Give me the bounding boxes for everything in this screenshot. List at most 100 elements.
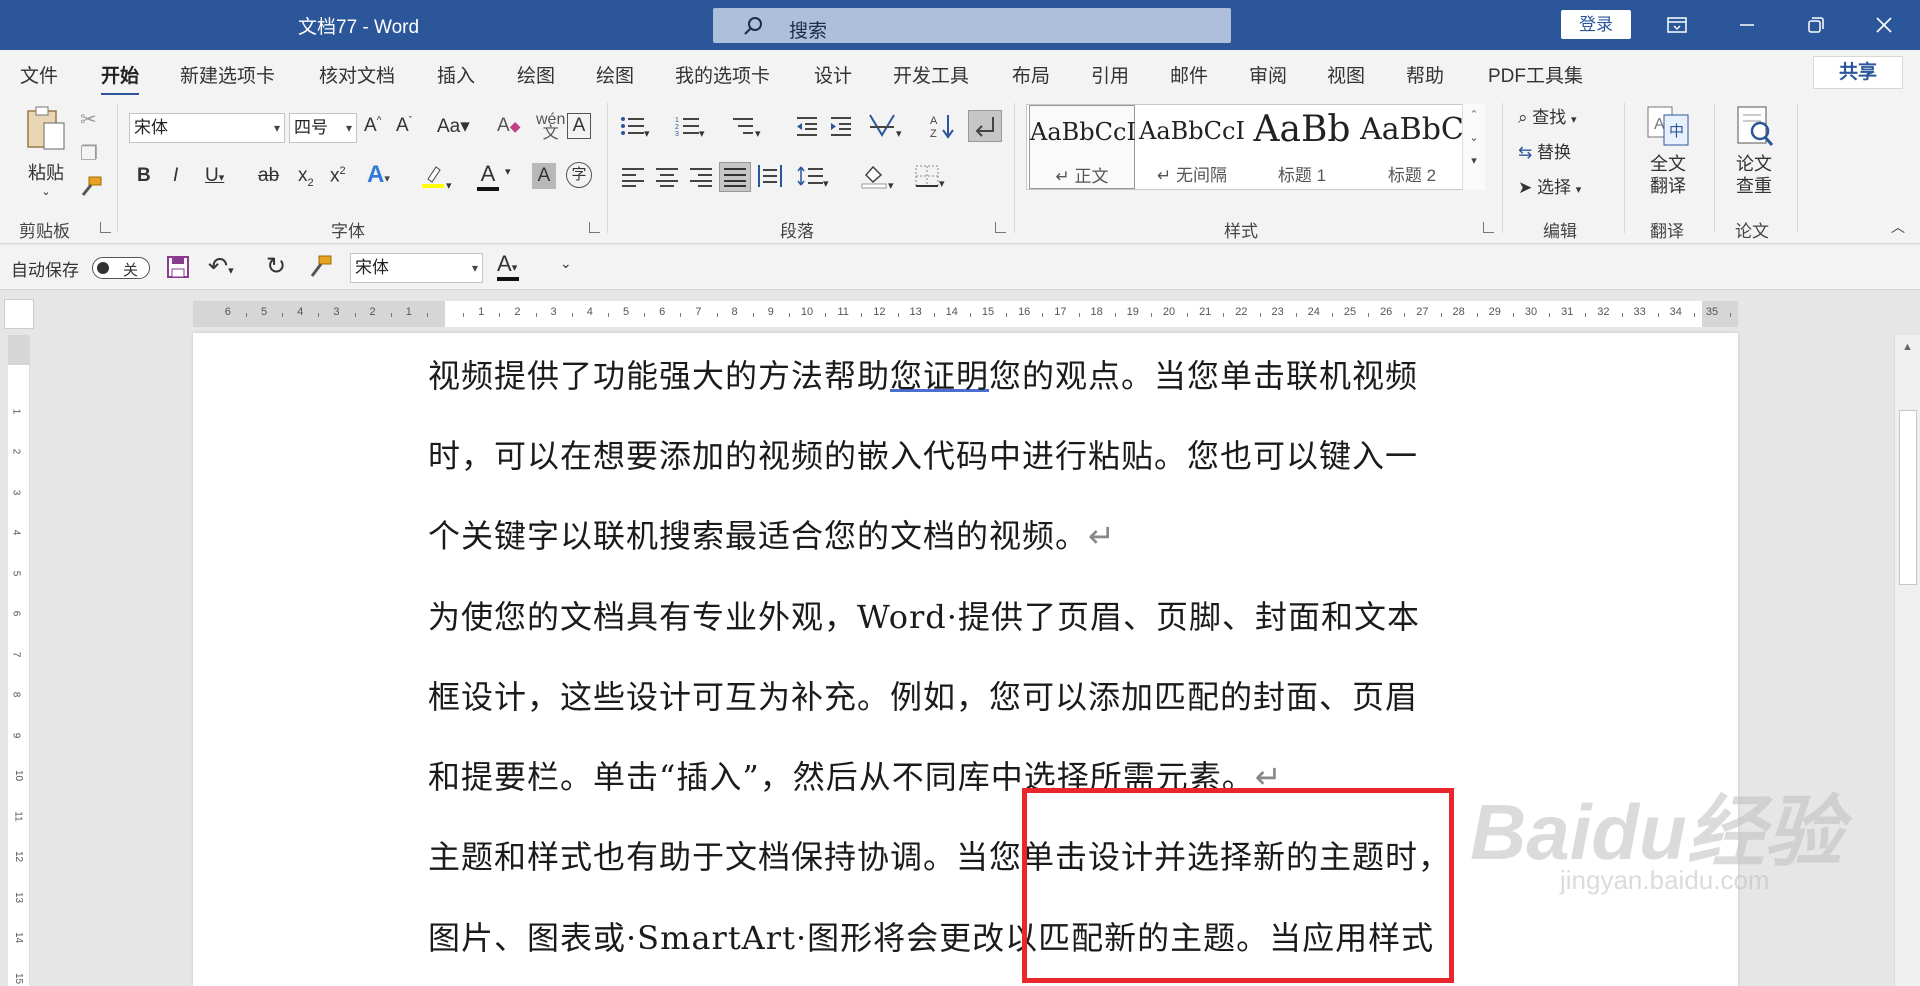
bullets-icon[interactable]: ▾ bbox=[620, 115, 650, 143]
style-normal[interactable]: AaBbCcI ↵ 正文 bbox=[1029, 105, 1136, 189]
shading-icon[interactable]: ▾ bbox=[860, 163, 894, 195]
tab-draw-2[interactable]: 绘图 bbox=[596, 61, 634, 88]
distributed-icon[interactable] bbox=[758, 165, 782, 193]
collapse-ribbon-icon[interactable]: ︿ bbox=[1891, 217, 1905, 237]
ruler-number: 3 bbox=[10, 489, 22, 495]
format-painter-icon[interactable] bbox=[79, 175, 103, 205]
ribbon-display-options-icon[interactable] bbox=[1661, 9, 1693, 41]
styles-launcher-icon[interactable] bbox=[1483, 222, 1494, 233]
text-effects-icon[interactable]: A▾ bbox=[367, 161, 390, 189]
subscript-icon[interactable]: x2 bbox=[298, 165, 314, 189]
style-heading-1[interactable]: AaBb 标题 1 bbox=[1249, 105, 1355, 189]
tab-proof[interactable]: 核对文档 bbox=[319, 61, 395, 88]
scroll-thumb[interactable] bbox=[1899, 410, 1917, 585]
increase-indent-icon[interactable] bbox=[829, 115, 853, 143]
format-painter-icon[interactable] bbox=[308, 254, 334, 285]
font-launcher-icon[interactable] bbox=[589, 222, 600, 233]
tab-file[interactable]: 文件 bbox=[20, 61, 58, 88]
minimize-icon[interactable] bbox=[1731, 9, 1763, 41]
close-icon[interactable] bbox=[1868, 9, 1900, 41]
ruler-number: 27 bbox=[1416, 306, 1429, 318]
more-styles-icon[interactable]: ▾ bbox=[1463, 154, 1485, 167]
scroll-down-icon[interactable]: ⌄ bbox=[1463, 131, 1485, 144]
enclose-char-icon[interactable]: 字 bbox=[566, 162, 592, 188]
redo-icon[interactable]: ↻ bbox=[266, 252, 286, 281]
paste-button[interactable]: 粘贴 ⌄ bbox=[20, 105, 72, 205]
tab-review[interactable]: 审阅 bbox=[1249, 61, 1287, 88]
borders-icon[interactable]: ▾ bbox=[915, 165, 945, 193]
char-shading-icon[interactable]: A bbox=[532, 163, 556, 189]
share-button[interactable]: 共享 bbox=[1813, 56, 1903, 89]
autosave-toggle[interactable]: 关 bbox=[92, 257, 150, 279]
tab-pdf[interactable]: PDF工具集 bbox=[1488, 61, 1583, 88]
style-no-spacing[interactable]: AaBbCcI ↵ 无间隔 bbox=[1139, 105, 1245, 189]
qat-font-combo[interactable]: 宋体 ▾ bbox=[350, 253, 483, 283]
tab-home[interactable]: 开始 bbox=[101, 61, 140, 96]
strikethrough-icon[interactable]: ab bbox=[258, 165, 279, 187]
bold-icon[interactable]: B bbox=[137, 165, 151, 187]
find-button[interactable]: ⌕ 查找 ▾ bbox=[1518, 103, 1577, 128]
cut-icon[interactable]: ✂ bbox=[80, 107, 97, 132]
vertical-scrollbar[interactable]: ▲ bbox=[1894, 335, 1920, 986]
shrink-font-icon[interactable]: Aˇ bbox=[396, 115, 412, 137]
font-color-icon[interactable]: A bbox=[477, 161, 499, 191]
tab-layout[interactable]: 布局 bbox=[1012, 61, 1050, 88]
vertical-ruler[interactable]: 1 2 3 4 5 6 7 8 9 10 11 12 13 14 15 bbox=[8, 335, 30, 986]
tab-new[interactable]: 新建选项卡 bbox=[180, 61, 275, 88]
replace-button[interactable]: ⇆ 替换 bbox=[1518, 138, 1571, 163]
tab-mailings[interactable]: 邮件 bbox=[1170, 61, 1208, 88]
font-color-dropdown-icon[interactable]: ▾ bbox=[505, 165, 511, 178]
scroll-up-icon[interactable]: ▲ bbox=[1902, 341, 1913, 353]
tab-selector-icon[interactable] bbox=[4, 299, 34, 329]
tab-view[interactable]: 视图 bbox=[1327, 61, 1365, 88]
restore-icon[interactable] bbox=[1800, 9, 1832, 41]
align-center-icon[interactable] bbox=[656, 167, 678, 193]
underline-icon[interactable]: U▾ bbox=[205, 165, 224, 187]
scroll-up-icon[interactable]: ⌃ bbox=[1463, 108, 1485, 121]
customize-qat-icon[interactable]: ⌄ bbox=[560, 255, 572, 272]
tab-my[interactable]: 我的选项卡 bbox=[675, 61, 770, 88]
grow-font-icon[interactable]: A^ bbox=[364, 115, 381, 137]
search-box[interactable]: 搜索 bbox=[713, 8, 1231, 43]
decrease-indent-icon[interactable] bbox=[795, 115, 819, 143]
paragraph-launcher-icon[interactable] bbox=[995, 222, 1006, 233]
font-name-combo[interactable]: 宋体 ▾ bbox=[129, 113, 285, 143]
char-border-icon[interactable]: A bbox=[567, 113, 591, 139]
chinese-layout-icon[interactable]: ▾ bbox=[868, 113, 902, 143]
clipboard-launcher-icon[interactable] bbox=[100, 222, 111, 233]
tab-insert[interactable]: 插入 bbox=[437, 61, 475, 88]
style-heading-2[interactable]: AaBbC 标题 2 bbox=[1359, 105, 1465, 189]
font-size-combo[interactable]: 四号 ▾ bbox=[289, 113, 357, 143]
justify-icon[interactable] bbox=[719, 162, 751, 192]
save-icon[interactable] bbox=[166, 255, 190, 284]
sort-icon[interactable]: AZ bbox=[930, 113, 956, 145]
copy-icon[interactable]: ❐ bbox=[80, 141, 98, 166]
tab-design[interactable]: 设计 bbox=[814, 61, 852, 88]
line-spacing-icon[interactable]: ▾ bbox=[797, 165, 829, 193]
paper-check-button[interactable]: 论文 查重 bbox=[1728, 105, 1780, 197]
ruler-number: 12 bbox=[13, 850, 25, 863]
paste-dropdown-icon[interactable]: ⌄ bbox=[20, 185, 72, 198]
login-button[interactable]: 登录 bbox=[1561, 10, 1631, 39]
tab-developer[interactable]: 开发工具 bbox=[893, 61, 969, 88]
superscript-icon[interactable]: x2 bbox=[330, 165, 346, 187]
tab-draw-1[interactable]: 绘图 bbox=[517, 61, 555, 88]
styles-scroll[interactable]: ⌃ ⌄ ▾ bbox=[1462, 104, 1485, 190]
align-right-icon[interactable] bbox=[690, 167, 712, 193]
align-left-icon[interactable] bbox=[622, 167, 644, 193]
show-marks-icon[interactable] bbox=[968, 110, 1002, 142]
tab-references[interactable]: 引用 bbox=[1091, 61, 1129, 88]
change-case-icon[interactable]: Aa▾ bbox=[437, 115, 470, 138]
full-translate-button[interactable]: A中 全文 翻译 bbox=[1643, 105, 1693, 197]
highlight-icon[interactable]: ▾ bbox=[420, 163, 452, 195]
select-button[interactable]: ➤ 选择 ▾ bbox=[1518, 173, 1581, 198]
phonetic-guide-icon[interactable]: wén 文 bbox=[536, 112, 565, 142]
clear-format-icon[interactable]: A◆ bbox=[497, 115, 520, 137]
italic-icon[interactable]: I bbox=[173, 165, 178, 187]
numbering-icon[interactable]: 1 2 3 ▾ bbox=[675, 115, 705, 143]
multilevel-list-icon[interactable]: ▾ bbox=[731, 115, 761, 143]
horizontal-ruler[interactable]: 6 5 4 3 2 1 1 2 3 4 5 6 7 8 9 10 11 12 13 14 15 16 17 18 19 20 21 2… bbox=[193, 301, 1738, 327]
qat-font-color-icon[interactable]: A▾ bbox=[497, 251, 519, 281]
undo-icon[interactable]: ↶▾ bbox=[208, 252, 234, 281]
tab-help[interactable]: 帮助 bbox=[1406, 61, 1444, 88]
